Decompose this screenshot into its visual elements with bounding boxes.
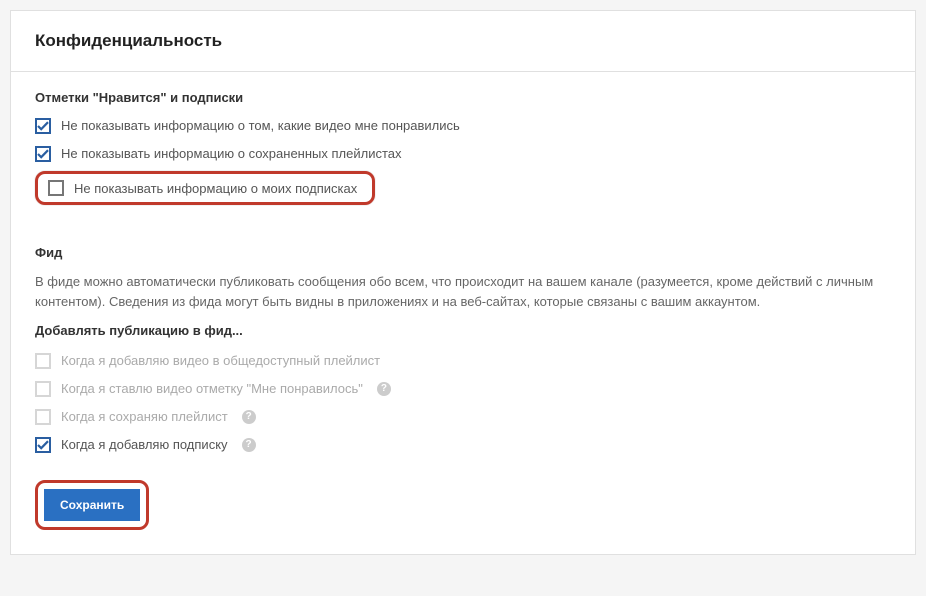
likes-item-0[interactable]: Не показывать информацию о том, какие ви… xyxy=(35,117,891,135)
page-title: Конфиденциальность xyxy=(35,31,891,51)
feed-item-1[interactable]: Когда я ставлю видео отметку "Мне понрав… xyxy=(35,380,891,398)
checkbox-icon[interactable] xyxy=(35,146,51,162)
help-icon[interactable]: ? xyxy=(242,410,256,424)
feed-description: В фиде можно автоматически публиковать с… xyxy=(35,272,891,311)
feed-subtitle: Добавлять публикацию в фид... xyxy=(35,323,891,338)
likes-item-1[interactable]: Не показывать информацию о сохраненных п… xyxy=(35,145,891,163)
feed-item-1-label: Когда я ставлю видео отметку "Мне понрав… xyxy=(61,380,363,398)
feed-item-0-label: Когда я добавляю видео в общедоступный п… xyxy=(61,352,380,370)
save-button[interactable]: Сохранить xyxy=(44,489,140,521)
checkbox-icon[interactable] xyxy=(35,437,51,453)
feed-item-3-label: Когда я добавляю подписку xyxy=(61,436,228,454)
highlighted-subscriptions-row: Не показывать информацию о моих подписка… xyxy=(35,171,375,205)
likes-section-title: Отметки "Нравится" и подписки xyxy=(35,90,891,105)
feed-section: Фид В фиде можно автоматически публикова… xyxy=(35,245,891,454)
help-icon[interactable]: ? xyxy=(377,382,391,396)
highlighted-save-wrap: Сохранить xyxy=(35,480,149,530)
likes-item-1-label: Не показывать информацию о сохраненных п… xyxy=(61,145,402,163)
checkbox-icon[interactable] xyxy=(35,353,51,369)
checkbox-icon[interactable] xyxy=(35,381,51,397)
panel-header: Конфиденциальность xyxy=(11,11,915,72)
likes-item-0-label: Не показывать информацию о том, какие ви… xyxy=(61,117,460,135)
feed-item-2-label: Когда я сохраняю плейлист xyxy=(61,408,228,426)
feed-item-3[interactable]: Когда я добавляю подписку ? xyxy=(35,436,891,454)
likes-section: Отметки "Нравится" и подписки Не показыв… xyxy=(35,90,891,223)
feed-item-2[interactable]: Когда я сохраняю плейлист ? xyxy=(35,408,891,426)
likes-item-2-label: Не показывать информацию о моих подписка… xyxy=(74,181,357,196)
feed-section-title: Фид xyxy=(35,245,891,260)
checkbox-icon[interactable] xyxy=(35,409,51,425)
help-icon[interactable]: ? xyxy=(242,438,256,452)
checkbox-icon[interactable] xyxy=(35,118,51,134)
checkbox-icon[interactable] xyxy=(48,180,64,196)
feed-item-0[interactable]: Когда я добавляю видео в общедоступный п… xyxy=(35,352,891,370)
privacy-panel: Конфиденциальность Отметки "Нравится" и … xyxy=(10,10,916,555)
panel-body: Отметки "Нравится" и подписки Не показыв… xyxy=(11,72,915,554)
